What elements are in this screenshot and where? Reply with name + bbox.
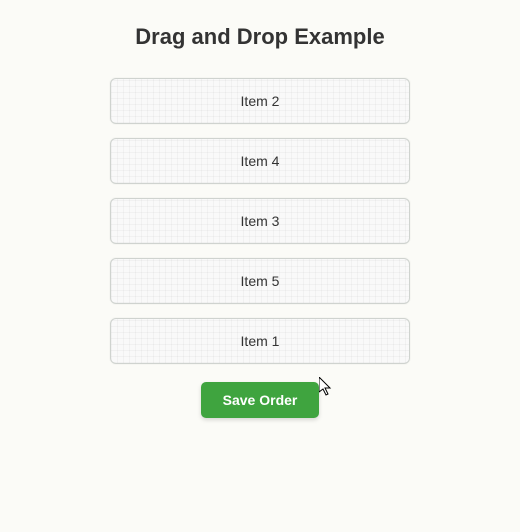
sortable-list[interactable]: Item 2 Item 4 Item 3 Item 5 Item 1 <box>110 78 410 378</box>
save-order-button[interactable]: Save Order <box>201 382 320 418</box>
page-title: Drag and Drop Example <box>135 24 384 50</box>
list-item[interactable]: Item 3 <box>110 198 410 244</box>
list-item[interactable]: Item 1 <box>110 318 410 364</box>
list-item[interactable]: Item 5 <box>110 258 410 304</box>
list-item-label: Item 1 <box>241 333 280 349</box>
list-item-label: Item 2 <box>241 93 280 109</box>
list-item[interactable]: Item 2 <box>110 78 410 124</box>
list-item-label: Item 3 <box>241 213 280 229</box>
list-item-label: Item 5 <box>241 273 280 289</box>
list-item-label: Item 4 <box>241 153 280 169</box>
list-item[interactable]: Item 4 <box>110 138 410 184</box>
cursor-icon <box>319 377 335 397</box>
